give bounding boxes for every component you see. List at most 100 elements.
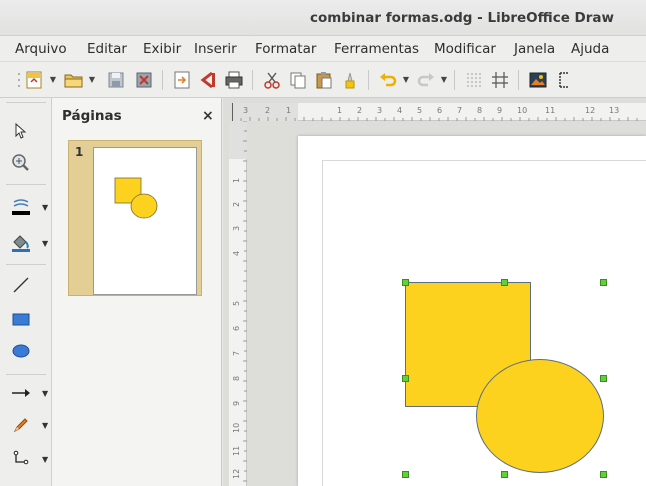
ruler-label: 3: [377, 106, 383, 115]
ruler-label: 12: [232, 468, 241, 479]
ruler-label: 11: [545, 106, 556, 115]
page-thumbnail[interactable]: 1: [68, 140, 202, 296]
ruler-label: 12: [585, 106, 596, 115]
menu-arquivo[interactable]: Arquivo: [15, 41, 67, 57]
ruler-label: 5: [417, 106, 423, 115]
export-icon[interactable]: [170, 68, 194, 92]
ruler-label: 3: [232, 225, 241, 231]
image-icon[interactable]: [526, 68, 550, 92]
export-directly-pdf-icon[interactable]: [196, 68, 220, 92]
line-tool-icon[interactable]: [8, 272, 34, 298]
rectangle-tool-icon[interactable]: [8, 306, 34, 332]
ruler-label: 2: [357, 106, 363, 115]
ruler-label: 7: [232, 350, 241, 356]
ruler-label: 8: [477, 106, 483, 115]
selection-handle[interactable]: [600, 375, 607, 382]
freeform-pencil-icon[interactable]: [8, 412, 34, 438]
page-margin-line: [322, 160, 323, 486]
clone-formatting-icon[interactable]: [338, 68, 362, 92]
open-icon[interactable]: [62, 68, 86, 92]
line-color-dropdown-chevron-down-icon[interactable]: ▼: [42, 203, 50, 213]
copy-icon[interactable]: [286, 68, 310, 92]
selection-handle[interactable]: [501, 279, 508, 286]
menu-inserir[interactable]: Inserir: [194, 41, 237, 57]
ruler-label: 10: [232, 422, 241, 433]
ruler-label: 7: [457, 106, 463, 115]
toolbar-separator: [6, 264, 46, 265]
toolbar-separator: [6, 184, 46, 185]
redo-dropdown-chevron-down-icon[interactable]: ▼: [440, 74, 448, 86]
connector-dropdown-chevron-down-icon[interactable]: ▼: [42, 455, 50, 465]
arrow-line-tool-icon[interactable]: [8, 380, 34, 406]
standard-toolbar: ▼ ▼ ▼ ▼: [0, 62, 646, 98]
toolbar-separator: [252, 70, 253, 90]
ellipse-tool-icon[interactable]: [8, 338, 34, 364]
toolbar-separator: [368, 70, 369, 90]
ruler-label: 1: [337, 106, 343, 115]
menu-ferramentas[interactable]: Ferramentas: [334, 41, 419, 57]
paste-icon[interactable]: [312, 68, 336, 92]
connector-tool-icon[interactable]: [8, 446, 34, 472]
page-thumbnail-preview: [93, 147, 197, 295]
toolbar-separator: [162, 70, 163, 90]
ruler-label: 9: [497, 106, 503, 115]
ruler-label: 1: [232, 177, 241, 183]
ruler-label: 1: [286, 106, 292, 115]
menu-ajuda[interactable]: Ajuda: [571, 41, 609, 57]
toolbar-separator: [518, 70, 519, 90]
thumbnail-shapes: [114, 177, 158, 219]
menu-formatar[interactable]: Formatar: [255, 41, 316, 57]
ruler-label: 2: [265, 106, 271, 115]
undo-dropdown-chevron-down-icon[interactable]: ▼: [402, 74, 410, 86]
new-dropdown-chevron-down-icon[interactable]: ▼: [49, 74, 57, 86]
ruler-label: 3: [243, 106, 249, 115]
ruler-label: 2: [232, 201, 241, 207]
new-icon[interactable]: [22, 68, 46, 92]
selection-handle[interactable]: [402, 471, 409, 478]
ruler-label: 5: [232, 300, 241, 306]
menu-modificar[interactable]: Modificar: [434, 41, 496, 57]
ruler-label: 9: [232, 400, 241, 406]
zoom-icon[interactable]: [8, 150, 34, 176]
pages-panel-title: Páginas: [62, 108, 122, 124]
menu-janela[interactable]: Janela: [514, 41, 555, 57]
ruler-label: 13: [609, 106, 620, 115]
menu-editar[interactable]: Editar: [87, 41, 127, 57]
print-icon[interactable]: [222, 68, 246, 92]
line-color-icon[interactable]: [8, 194, 34, 220]
thumbnail-circle: [130, 193, 158, 219]
toolbar-separator: [6, 374, 46, 375]
menu-exibir[interactable]: Exibir: [143, 41, 181, 57]
cut-icon[interactable]: [260, 68, 284, 92]
drawing-toolbar: ▼ ▼ ▼ ▼ ▼: [0, 98, 52, 486]
selection-handle[interactable]: [600, 471, 607, 478]
open-dropdown-chevron-down-icon[interactable]: ▼: [88, 74, 96, 86]
close-icon[interactable]: ×: [202, 108, 214, 124]
ruler-label: 4: [397, 106, 403, 115]
menu-bar: Arquivo Editar Exibir Inserir Formatar F…: [0, 36, 646, 62]
selection-handle[interactable]: [402, 375, 409, 382]
vertical-ruler[interactable]: 1 2 3 4 5 6 7 8 9 10 11 12: [229, 121, 247, 486]
export-pdf-icon[interactable]: [132, 68, 156, 92]
save-icon[interactable]: [104, 68, 128, 92]
select-pointer-icon[interactable]: [8, 118, 34, 144]
redo-icon[interactable]: [414, 68, 438, 92]
yellow-circle-shape[interactable]: [476, 359, 604, 473]
selection-handle[interactable]: [402, 279, 409, 286]
ruler-label: 11: [232, 445, 241, 456]
freeform-dropdown-chevron-down-icon[interactable]: ▼: [42, 421, 50, 431]
ruler-label: 4: [232, 250, 241, 256]
arrow-line-dropdown-chevron-down-icon[interactable]: ▼: [42, 389, 50, 399]
page-number: 1: [75, 145, 84, 159]
grid-icon[interactable]: [462, 68, 486, 92]
fill-color-icon[interactable]: [8, 230, 34, 256]
selection-handle[interactable]: [600, 279, 607, 286]
selection-handle[interactable]: [501, 471, 508, 478]
helplines-icon[interactable]: [488, 68, 512, 92]
ruler-label: 6: [437, 106, 443, 115]
fill-color-dropdown-chevron-down-icon[interactable]: ▼: [42, 239, 50, 249]
horizontal-ruler[interactable]: 3 2 1 1 2 3 4 5 6 7 8 9 10 11 12 13: [232, 103, 646, 121]
frame-icon[interactable]: [552, 68, 576, 92]
ruler-label: 10: [517, 106, 528, 115]
undo-icon[interactable]: [376, 68, 400, 92]
